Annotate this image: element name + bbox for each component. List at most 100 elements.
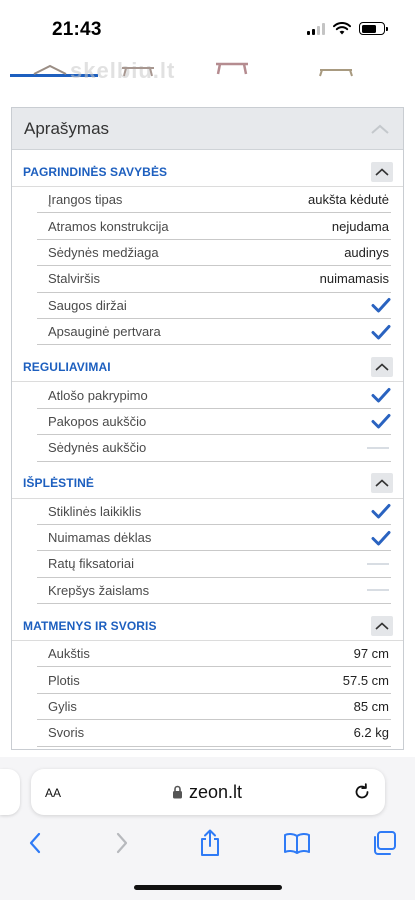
forward-button[interactable]	[107, 828, 137, 858]
checkmark-icon	[371, 324, 391, 340]
back-icon	[29, 832, 41, 854]
share-icon	[200, 829, 219, 856]
spec-label: Ratų fiksatoriai	[48, 556, 134, 572]
spec-row: Aukštis 97 cm	[37, 641, 391, 668]
spec-label: Sėdynės aukščio	[48, 440, 147, 456]
spec-label: Sėdynės medžiaga	[48, 244, 159, 260]
url-display[interactable]: zeon.lt	[172, 782, 242, 803]
url-text: zeon.lt	[188, 781, 243, 802]
product-thumbnail-strip[interactable]: skelbiu.lt	[0, 56, 415, 86]
description-panel: Aprašymas PAGRINDINĖS SAVYBĖS Įrangos tip…	[11, 107, 404, 750]
lock-icon	[172, 785, 182, 799]
product-thumbnail-1[interactable]	[30, 60, 70, 80]
spec-sections: PAGRINDINĖS SAVYBĖS Įrangos tipas aukšta k…	[12, 157, 403, 747]
tabs-button[interactable]	[369, 828, 399, 858]
spec-label: Atlošo pakrypimo	[48, 387, 148, 403]
section-header[interactable]: REGULIAVIMAI	[12, 352, 403, 383]
not-available-dash-icon	[367, 589, 389, 592]
spec-row: Įrangos tipas aukšta kėdutė	[37, 187, 391, 214]
spec-label: Aukštis	[48, 646, 90, 662]
forward-icon	[117, 832, 128, 854]
spec-row: Atlošo pakrypimo	[37, 382, 391, 409]
checkmark-icon	[371, 297, 391, 313]
collapse-section-chevron-icon[interactable]	[371, 161, 393, 182]
spec-label: Stiklinės laikiklis	[48, 503, 142, 519]
spec-row: Saugos diržai	[37, 293, 391, 319]
share-button[interactable]	[195, 828, 225, 858]
cellular-signal-icon	[307, 22, 325, 35]
spec-label: Plotis	[48, 672, 80, 688]
section-title: PAGRINDINĖS SAVYBĖS	[23, 164, 168, 179]
spec-label: Stalviršis	[48, 271, 101, 287]
spec-label: Saugos diržai	[48, 297, 127, 313]
spec-value: aukšta kėdutė	[308, 192, 389, 208]
address-bar[interactable]: AA zeon.lt	[31, 769, 385, 815]
collapse-panel-icon[interactable]	[369, 118, 391, 140]
spec-row: Krepšys žaislams	[37, 578, 391, 605]
spec-row: Apsauginė pertvara	[37, 319, 391, 346]
spec-value: 57.5 cm	[342, 672, 389, 688]
checkmark-icon	[371, 503, 391, 519]
section-header[interactable]: MATMENYS IR SVORIS	[12, 611, 403, 642]
bookmarks-icon	[283, 832, 310, 854]
spec-row: Atramos konstrukcija nejudama	[37, 213, 391, 240]
spec-row: Plotis 57.5 cm	[37, 667, 391, 694]
collapse-section-chevron-icon[interactable]	[371, 473, 393, 494]
status-icons	[307, 22, 388, 35]
spec-row: Sėdynės medžiaga audinys	[37, 240, 391, 267]
checkmark-icon	[371, 530, 391, 546]
checkmark-icon	[371, 413, 391, 429]
section-title: IŠPLĖSTINĖ	[23, 476, 95, 491]
spec-value: 97 cm	[353, 646, 389, 662]
home-indicator	[134, 885, 282, 890]
spec-label: Pakopos aukščio	[48, 413, 147, 429]
browser-bottom-bar: AA zeon.lt	[0, 757, 415, 900]
tabs-icon	[374, 831, 396, 855]
description-panel-header[interactable]: Aprašymas	[12, 108, 403, 150]
reader-settings-button[interactable]: AA	[45, 782, 61, 802]
spec-value: 85 cm	[353, 699, 389, 715]
battery-icon	[359, 22, 388, 35]
collapse-section-chevron-icon[interactable]	[371, 615, 393, 636]
section-title: MATMENYS IR SVORIS	[23, 618, 157, 633]
wifi-icon	[333, 22, 351, 35]
checkmark-icon	[371, 387, 391, 403]
spec-row: Svoris 6.2 kg	[37, 720, 391, 747]
spec-label: Gylis	[48, 699, 77, 715]
section-title: REGULIAVIMAI	[23, 359, 111, 374]
spec-label: Krepšys žaislams	[48, 582, 150, 598]
spec-row: Stalviršis nuimamasis	[37, 266, 391, 293]
status-time: 21:43	[52, 19, 102, 40]
spec-label: Apsauginė pertvara	[48, 324, 161, 340]
spec-row: Stiklinės laikiklis	[37, 499, 391, 525]
not-available-dash-icon	[367, 562, 389, 565]
product-thumbnail-4[interactable]	[316, 60, 356, 80]
product-thumbnail-3[interactable]	[212, 60, 252, 80]
spec-row: Sėdynės aukščio	[37, 435, 391, 462]
spec-label: Įrangos tipas	[48, 192, 123, 208]
collapse-section-chevron-icon[interactable]	[371, 356, 393, 377]
spec-value: audinys	[344, 244, 389, 260]
spec-row: Pakopos aukščio	[37, 409, 391, 436]
browser-toolbar	[0, 823, 415, 863]
aa-small: AA	[45, 786, 62, 800]
spec-row: Ratų fiksatoriai	[37, 551, 391, 578]
back-button[interactable]	[20, 828, 50, 858]
previous-tab-edge[interactable]	[0, 769, 20, 815]
spec-value: 6.2 kg	[353, 725, 389, 741]
not-available-dash-icon	[367, 446, 389, 449]
product-thumbnail-2[interactable]	[118, 60, 158, 80]
panel-title: Aprašymas	[24, 118, 110, 138]
spec-label: Atramos konstrukcija	[48, 218, 169, 234]
status-bar: 21:43	[0, 0, 415, 56]
spec-row: Gylis 85 cm	[37, 694, 391, 721]
section-header[interactable]: IŠPLĖSTINĖ	[12, 469, 403, 499]
spec-value: nuimamasis	[319, 271, 389, 287]
spec-label: Nuimamas dėklas	[48, 530, 152, 546]
spec-value: nejudama	[331, 218, 389, 234]
reload-icon[interactable]	[353, 783, 371, 801]
section-header[interactable]: PAGRINDINĖS SAVYBĖS	[12, 157, 403, 187]
bookmarks-button[interactable]	[282, 828, 312, 858]
spec-label: Svoris	[48, 725, 85, 741]
spec-row: Nuimamas dėklas	[37, 525, 391, 552]
